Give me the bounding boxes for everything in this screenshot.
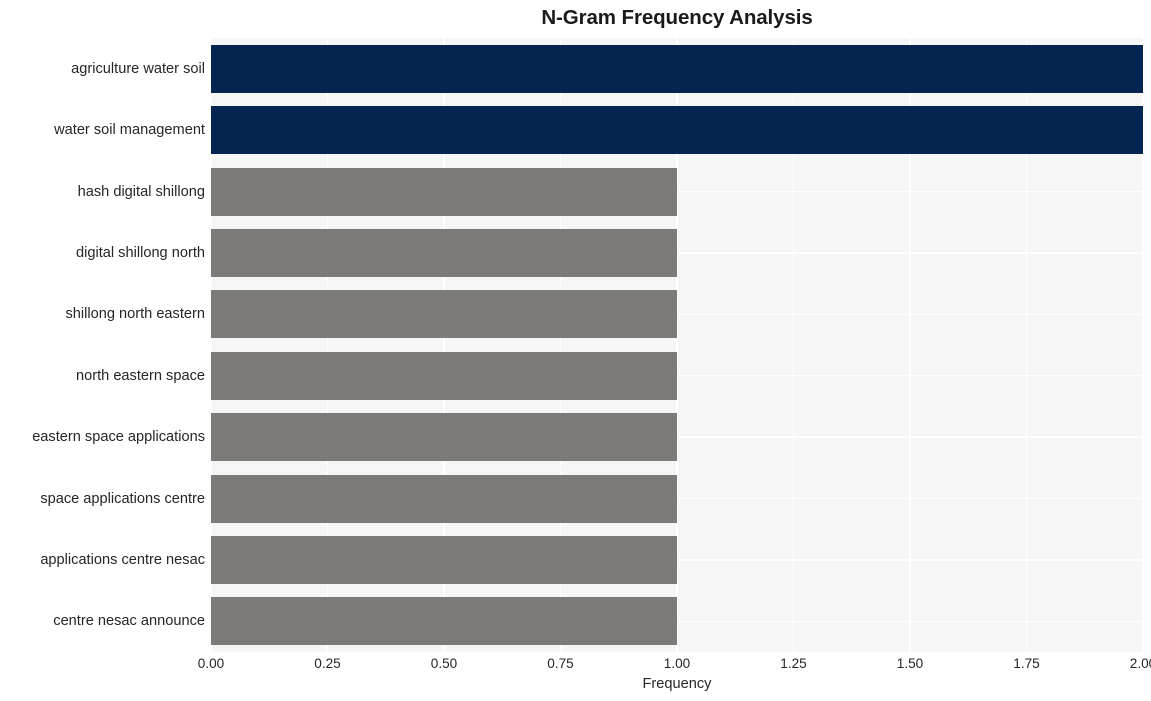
bar [211, 474, 677, 523]
y-axis-tick-labels: agriculture water soil water soil managem… [0, 38, 211, 652]
y-tick-label: applications centre nesac [40, 551, 205, 568]
bar [211, 167, 677, 216]
x-tick-label: 0.25 [314, 656, 341, 671]
bar [211, 597, 677, 646]
y-tick-label: water soil management [54, 122, 205, 139]
x-axis-tick-labels: 0.00 0.25 0.50 0.75 1.00 1.25 1.50 1.75 2.00 [198, 654, 1151, 676]
bar [211, 44, 1143, 93]
page-title: N-Gram Frequency Analysis [541, 6, 813, 29]
y-tick-label: centre nesac announce [53, 613, 205, 630]
x-tick-label: 1.00 [663, 656, 691, 671]
y-tick-label: agriculture water soil [71, 60, 205, 77]
bar [211, 106, 1143, 155]
bar [211, 535, 677, 584]
x-tick-label: 0.50 [430, 656, 458, 671]
bar [211, 228, 677, 277]
y-tick-label: north eastern space [76, 367, 205, 384]
x-tick-label: 1.75 [1013, 656, 1040, 671]
y-tick-label: eastern space applications [32, 429, 205, 446]
y-tick-label: digital shillong north [76, 244, 205, 261]
plot-area [211, 38, 1143, 652]
bar [211, 413, 677, 462]
chart-figure: N-Gram Frequency Analysis agriculture wa… [0, 0, 1151, 701]
y-tick-label: space applications centre [40, 490, 205, 507]
x-tick-label: 0.75 [547, 656, 574, 671]
x-tick-label: 1.25 [780, 656, 807, 671]
x-tick-label: 0.00 [197, 656, 225, 671]
x-axis-label: Frequency [642, 676, 712, 692]
y-tick-label: shillong north eastern [65, 306, 205, 323]
x-tick-label: 2.00 [1129, 656, 1151, 671]
y-tick-label: hash digital shillong [77, 183, 205, 200]
bar [211, 290, 677, 339]
x-tick-label: 1.50 [896, 656, 924, 671]
bar [211, 351, 677, 400]
